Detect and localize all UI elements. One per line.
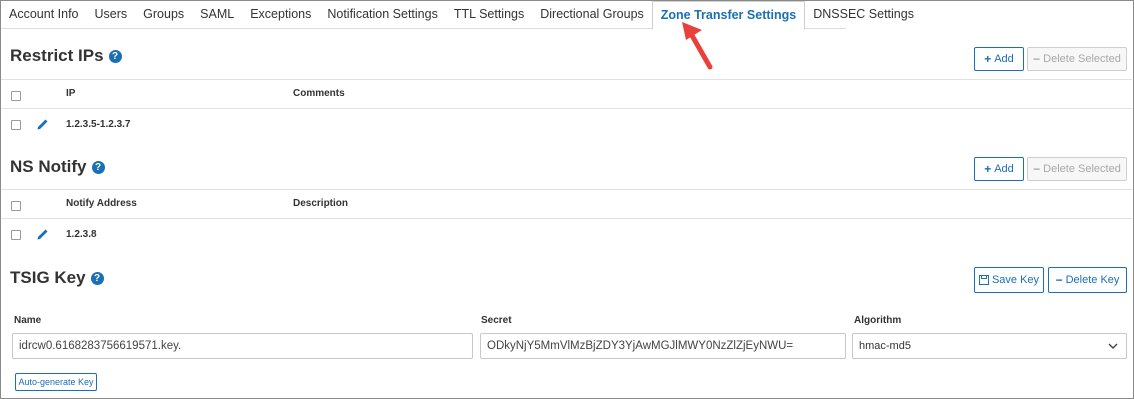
column-header-comments: Comments bbox=[293, 88, 345, 99]
notify-address-cell: 1.2.3.8 bbox=[66, 229, 97, 240]
floppy-disk-icon bbox=[978, 275, 989, 285]
minus-icon: − bbox=[1055, 273, 1063, 287]
divider bbox=[1, 218, 1132, 219]
algorithm-selected-value: hmac-md5 bbox=[859, 340, 911, 352]
ns-notify-title: NS Notify bbox=[10, 157, 87, 176]
algorithm-label: Algorithm bbox=[854, 315, 902, 326]
save-key-label: Save Key bbox=[991, 274, 1040, 286]
tsig-key-heading: TSIG Key ? bbox=[10, 268, 104, 288]
plus-icon: + bbox=[984, 162, 992, 176]
divider bbox=[1, 79, 1132, 80]
add-button-label: Add bbox=[994, 163, 1014, 175]
column-header-notify-address: Notify Address bbox=[66, 198, 137, 209]
delete-selected-label: Delete Selected bbox=[1043, 163, 1121, 175]
help-icon[interactable]: ? bbox=[90, 271, 104, 285]
restrict-ips-heading: Restrict IPs ? bbox=[10, 46, 122, 66]
ns-notify-add-button[interactable]: + Add bbox=[974, 157, 1024, 181]
tab-users[interactable]: Users bbox=[87, 1, 136, 28]
select-all-checkbox[interactable] bbox=[11, 91, 21, 101]
plus-icon: + bbox=[984, 52, 992, 66]
edit-pencil-icon[interactable] bbox=[36, 117, 50, 131]
column-header-ip: IP bbox=[66, 88, 76, 99]
minus-icon: − bbox=[1033, 162, 1041, 176]
secret-label: Secret bbox=[481, 315, 512, 326]
tsig-key-title: TSIG Key bbox=[10, 268, 86, 287]
tab-directional-groups[interactable]: Directional Groups bbox=[532, 1, 652, 28]
tab-bar: Account Info Users Groups SAML Exception… bbox=[1, 1, 914, 30]
select-all-checkbox[interactable] bbox=[11, 201, 21, 211]
ns-notify-heading: NS Notify ? bbox=[10, 157, 105, 177]
chevron-down-icon bbox=[1108, 343, 1118, 349]
delete-selected-label: Delete Selected bbox=[1043, 53, 1121, 65]
add-button-label: Add bbox=[994, 53, 1014, 65]
name-label: Name bbox=[14, 315, 42, 326]
column-header-description: Description bbox=[293, 198, 349, 209]
delete-key-button[interactable]: − Delete Key bbox=[1048, 267, 1127, 293]
help-icon[interactable]: ? bbox=[91, 160, 105, 174]
divider bbox=[1, 108, 1132, 109]
tab-exceptions[interactable]: Exceptions bbox=[242, 1, 319, 28]
restrict-ips-add-button[interactable]: + Add bbox=[974, 47, 1024, 71]
name-field[interactable]: idrcw0.6168283756619571.key. bbox=[12, 333, 473, 359]
tab-zone-transfer-settings[interactable]: Zone Transfer Settings bbox=[651, 1, 806, 30]
ns-notify-delete-selected-button[interactable]: − Delete Selected bbox=[1027, 157, 1127, 181]
row-checkbox[interactable] bbox=[11, 230, 21, 240]
restrict-ips-title: Restrict IPs bbox=[10, 46, 104, 65]
help-icon[interactable]: ? bbox=[108, 49, 122, 63]
save-key-button[interactable]: Save Key bbox=[974, 267, 1044, 293]
minus-icon: − bbox=[1033, 52, 1041, 66]
tab-saml[interactable]: SAML bbox=[192, 1, 242, 28]
tab-ttl-settings[interactable]: TTL Settings bbox=[446, 1, 532, 28]
tab-groups[interactable]: Groups bbox=[135, 1, 192, 28]
restrict-ips-delete-selected-button[interactable]: − Delete Selected bbox=[1027, 47, 1127, 71]
tab-dnssec-settings[interactable]: DNSSEC Settings bbox=[805, 1, 922, 28]
tab-notification-settings[interactable]: Notification Settings bbox=[319, 1, 445, 28]
ip-cell: 1.2.3.5-1.2.3.7 bbox=[66, 119, 131, 130]
auto-generate-key-button[interactable]: Auto-generate Key bbox=[15, 373, 97, 391]
tab-account-info[interactable]: Account Info bbox=[1, 1, 87, 28]
row-checkbox[interactable] bbox=[11, 120, 21, 130]
edit-pencil-icon[interactable] bbox=[36, 227, 50, 241]
delete-key-label: Delete Key bbox=[1065, 274, 1120, 286]
algorithm-select[interactable]: hmac-md5 bbox=[852, 333, 1127, 359]
divider bbox=[1, 189, 1132, 190]
secret-field[interactable]: ODkyNjY5MmVlMzBjZDY3YjAwMGJlMWY0NzZlZjEy… bbox=[480, 333, 846, 359]
